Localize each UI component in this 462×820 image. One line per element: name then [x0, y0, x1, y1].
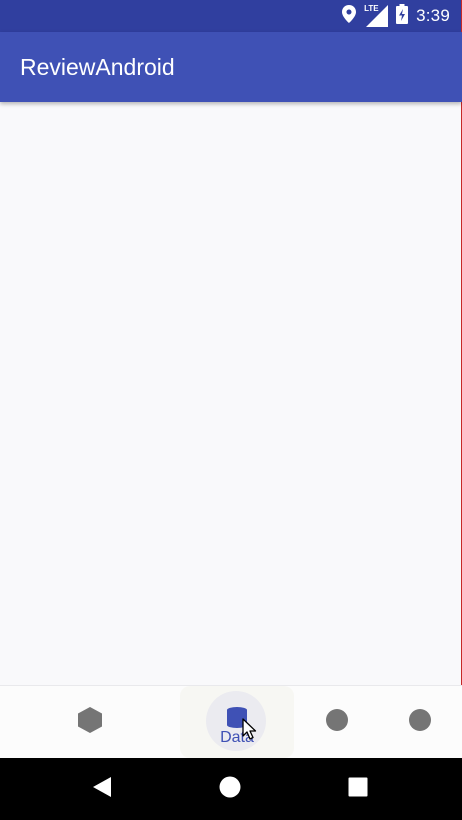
status-time: 3:39	[416, 6, 450, 25]
network-type-label: LTE	[364, 4, 379, 13]
bottom-nav-item-circle-2[interactable]	[380, 686, 460, 758]
app-bar: ReviewAndroid	[0, 32, 462, 102]
circle-icon	[408, 708, 432, 737]
back-icon	[92, 776, 112, 803]
signal-icon: LTE	[364, 4, 389, 27]
bottom-nav-item-hexagon[interactable]	[40, 686, 140, 758]
home-icon	[219, 776, 241, 803]
bottom-nav-label-data: Data	[220, 729, 254, 746]
recents-button[interactable]	[328, 758, 388, 820]
circle-icon	[325, 708, 349, 737]
hexagon-icon	[77, 706, 103, 739]
system-navigation-bar	[0, 758, 462, 820]
status-icons: LTE 3:39	[334, 0, 450, 32]
home-button[interactable]	[200, 758, 260, 820]
location-icon	[342, 4, 357, 28]
app-title: ReviewAndroid	[20, 54, 175, 80]
bottom-navigation: Data	[0, 685, 462, 758]
status-bar: LTE 3:39	[0, 0, 462, 32]
main-content	[0, 102, 461, 686]
battery-charging-icon	[396, 3, 409, 29]
bottom-nav-item-data[interactable]: Data	[180, 686, 294, 758]
recents-icon	[348, 777, 368, 802]
android-screen: LTE 3:39 ReviewAndroid Data	[0, 0, 462, 820]
mouse-cursor-icon	[242, 718, 258, 747]
back-button[interactable]	[72, 758, 132, 820]
bottom-nav-item-circle-1[interactable]	[290, 686, 384, 758]
